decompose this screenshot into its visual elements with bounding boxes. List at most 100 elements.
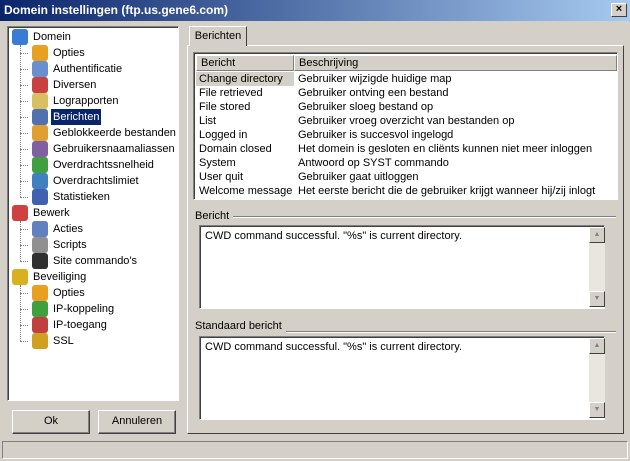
list-item[interactable]: Welcome message Het eerste bericht die de… <box>196 184 617 198</box>
window-title: Domein instellingen (ftp.us.gene6.com) <box>4 3 229 17</box>
default-message-textarea[interactable]: CWD command successful. "%s" is current … <box>199 336 605 420</box>
column-header-description[interactable]: Beschrijving <box>294 55 617 71</box>
list-item-description: Gebruiker sloeg bestand op <box>298 101 434 113</box>
list-item-message: List <box>199 115 217 127</box>
message-textarea[interactable]: CWD command successful. "%s" is current … <box>199 225 605 309</box>
tree-item-label: Berichten <box>51 109 102 125</box>
close-button[interactable]: × <box>611 3 627 17</box>
list-item-message: System <box>199 157 236 169</box>
limit-icon <box>32 173 48 189</box>
tree-connector <box>20 117 28 118</box>
tree-connector <box>20 69 28 70</box>
tree-item-label: Acties <box>53 223 83 235</box>
messages-icon <box>32 109 48 125</box>
list-item-description: Gebruiker ontving een bestand <box>298 87 449 99</box>
list-item-description: Gebruiker wijzigde huidige map <box>298 73 452 85</box>
list-item[interactable]: Domain closed Het domein is gesloten en c… <box>196 142 617 156</box>
list-header: Bericht Beschrijving <box>196 55 617 71</box>
tree-group-label: Beveiliging <box>33 271 87 283</box>
default-message-scrollbar[interactable]: ▲ ▼ <box>589 338 605 418</box>
list-item-message: Logged in <box>199 129 248 141</box>
list-item-message: File stored <box>199 101 251 113</box>
blocked-files-icon <box>32 125 48 141</box>
list-item-description: Het eerste bericht die de gebruiker krij… <box>298 185 596 197</box>
list-item[interactable]: File retrieved Gebruiker ontving een best… <box>196 86 617 100</box>
list-item[interactable]: List Gebruiker vroeg overzicht van bestan… <box>196 114 617 128</box>
list-item-description: Gebruiker gaat uitloggen <box>298 171 419 183</box>
default-message-text: CWD command successful. "%s" is current … <box>205 341 463 353</box>
list-item[interactable]: Logged in Gebruiker is succesvol ingelogd <box>196 128 617 142</box>
tab-messages[interactable]: Berichten <box>189 26 247 46</box>
tree-item-label: Lograpporten <box>53 95 119 107</box>
tree-item-label: Site commando's <box>53 255 138 267</box>
list-item[interactable]: System Antwoord op SYST commando <box>196 156 617 170</box>
tree-connector <box>20 53 28 54</box>
ip-binding-icon <box>32 301 48 317</box>
messages-list[interactable]: Bericht Beschrijving Change directory Geb… <box>193 52 618 200</box>
tree-branch-line <box>20 285 21 341</box>
column-header-message[interactable]: Bericht <box>196 55 294 71</box>
user-alias-icon <box>32 141 48 157</box>
default-message-scroll-down-button[interactable]: ▼ <box>589 402 605 418</box>
list-item-message: Domain closed <box>199 143 272 155</box>
list-item-description: Gebruiker vroeg overzicht van bestanden … <box>298 115 515 127</box>
list-item[interactable]: File stored Gebruiker sloeg bestand op <box>196 100 617 114</box>
default-message-scroll-up-button[interactable]: ▲ <box>589 338 605 354</box>
tree-connector <box>20 293 28 294</box>
misc-icon <box>32 77 48 93</box>
default-message-group-line <box>286 331 616 333</box>
options-icon <box>32 45 48 61</box>
tree-item-label: Opties <box>53 47 85 59</box>
message-scroll-down-button[interactable]: ▼ <box>589 291 605 307</box>
list-item-description: Het domein is gesloten en cliënts kunnen… <box>298 143 593 155</box>
message-text: CWD command successful. "%s" is current … <box>205 230 463 242</box>
edit-icon <box>12 205 28 221</box>
tree-item-label: Diversen <box>53 79 97 91</box>
cancel-button[interactable]: Annuleren <box>98 410 176 434</box>
tree-connector <box>20 245 28 246</box>
key-icon <box>32 333 48 349</box>
tree-item-label: Geblokkeerde bestanden <box>53 127 176 139</box>
tree-group-label: Bewerk <box>33 207 70 219</box>
ok-button[interactable]: Ok <box>12 410 90 434</box>
list-item[interactable]: User quit Gebruiker gaat uitloggen <box>196 170 617 184</box>
tree-branch-line <box>20 221 21 261</box>
speed-icon <box>32 157 48 173</box>
authentication-icon <box>32 61 48 77</box>
tree-item-label: IP-koppeling <box>53 303 115 315</box>
log-icon <box>32 93 48 109</box>
ip-access-icon <box>32 317 48 333</box>
tree-connector <box>20 85 28 86</box>
list-item-description: Gebruiker is succesvol ingelogd <box>298 129 454 141</box>
list-item-message: Change directory <box>196 72 294 86</box>
stats-icon <box>32 189 48 205</box>
message-group-line <box>198 216 616 218</box>
tree-item-label: Opties <box>53 287 85 299</box>
tree-item-label: Scripts <box>53 239 87 251</box>
tree-connector <box>20 165 28 166</box>
tree-item-label: SSL <box>53 335 74 347</box>
message-scroll-up-button[interactable]: ▲ <box>589 227 605 243</box>
scripts-icon <box>32 237 48 253</box>
tree-connector <box>20 181 28 182</box>
message-label: Bericht <box>195 210 234 222</box>
list-item-message: File retrieved <box>199 87 263 99</box>
settings-tree[interactable]: Domein Opties Authentificatie Diversen Logra… <box>7 26 179 401</box>
tree-connector <box>20 149 28 150</box>
tree-item-label: Overdrachtssnelheid <box>53 159 154 171</box>
tree-connector <box>20 341 28 342</box>
list-item-message: Welcome message <box>199 185 293 197</box>
status-bar <box>2 441 628 459</box>
actions-icon <box>32 221 48 237</box>
tree-connector <box>20 309 28 310</box>
tree-connector <box>20 229 28 230</box>
list-item-message: User quit <box>199 171 244 183</box>
tree-branch-line <box>20 45 21 197</box>
tree-item-label: Statistieken <box>53 191 110 203</box>
title-bar: Domein instellingen (ftp.us.gene6.com) × <box>0 0 630 21</box>
list-item[interactable]: Change directory Gebruiker wijzigde huidi… <box>196 72 617 86</box>
tree-connector <box>20 133 28 134</box>
options-icon <box>32 285 48 301</box>
message-scrollbar[interactable]: ▲ ▼ <box>589 227 605 307</box>
tree-connector <box>20 197 28 198</box>
